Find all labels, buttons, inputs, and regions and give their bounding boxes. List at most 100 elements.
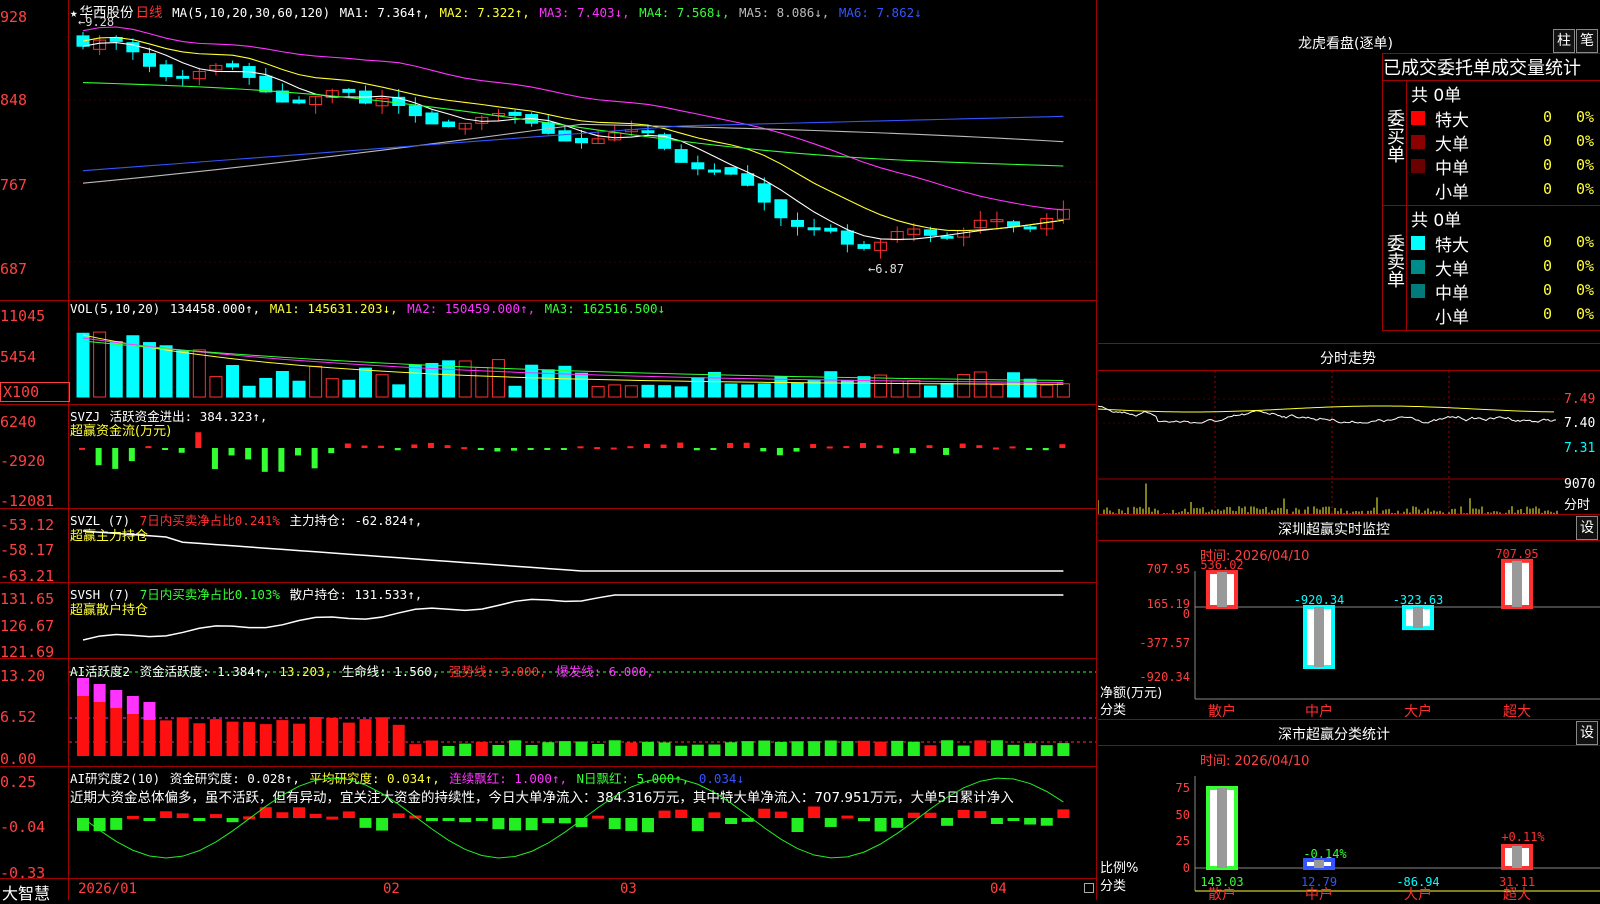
research-bar — [658, 810, 671, 818]
monitor-y-tick: -377.57 — [1139, 636, 1190, 650]
flow-bar — [1042, 448, 1049, 451]
flow-bar — [145, 446, 152, 449]
vol-bar — [259, 377, 273, 398]
price-line — [1098, 405, 1557, 424]
intraday-chart[interactable] — [1098, 371, 1566, 514]
active-bar — [608, 740, 621, 756]
research-bar — [708, 812, 721, 818]
ma-line-5 — [82, 123, 1064, 184]
flow-bar — [195, 432, 202, 448]
vol-bar — [375, 374, 389, 398]
lock-icon[interactable] — [1084, 883, 1094, 893]
candle-body — [691, 162, 705, 170]
sell-total: 共 0单 — [1411, 211, 1462, 231]
research-bar — [143, 818, 156, 821]
buy-block: 委买单 共 0单 特大 0 0% 大单 0 0% 中单 0 0% 小单 0 0% — [1383, 81, 1600, 206]
intraday-y: 7.31 — [1564, 441, 1596, 456]
active-bar — [309, 717, 322, 756]
sell-row: 小单 0 0% — [1411, 303, 1600, 328]
active-bar — [625, 742, 638, 756]
x-tick: 2026/01 — [78, 881, 138, 897]
active-bar — [110, 708, 123, 756]
vol-bar — [824, 371, 838, 398]
buy-count: 0 — [1543, 180, 1553, 198]
main-chart-area[interactable]: 928 848 767 687 11045 5454 X100 6240 -29… — [0, 0, 1097, 903]
research-bar — [176, 813, 189, 818]
classify-category: 大户 — [1404, 886, 1432, 900]
research-bar — [492, 818, 505, 830]
lhb-header: 已成交委托单成交量统计 — [1383, 54, 1600, 81]
research-bar — [126, 815, 139, 819]
active-bar — [475, 741, 488, 756]
ma-line-3 — [82, 26, 1064, 211]
flow-bar — [909, 448, 916, 454]
classify-bar-shade — [1512, 846, 1522, 868]
flow-bar — [494, 448, 501, 452]
buy-pct: 0% — [1576, 108, 1595, 126]
vol-tick: 11045 — [0, 307, 46, 325]
vol-bar — [791, 382, 805, 398]
research-bar — [110, 818, 123, 830]
active-bar — [741, 741, 754, 756]
flow-bar — [926, 445, 933, 448]
research-bar — [725, 818, 738, 825]
active-bar — [658, 742, 671, 756]
classify-y-tick: 0 — [1183, 861, 1190, 875]
price-tick: 767 — [0, 176, 28, 194]
monitor-category: 超大 — [1503, 704, 1531, 719]
vol-bar — [342, 379, 356, 398]
research-bar — [226, 818, 239, 823]
vol-bar — [1007, 372, 1021, 398]
flow-bar — [344, 443, 351, 448]
research-bar — [841, 815, 854, 819]
vol-bar — [392, 384, 406, 398]
research-bar — [1040, 818, 1053, 826]
active-bar — [209, 719, 222, 756]
active-bar — [259, 724, 272, 756]
bar-mode-button[interactable]: 柱 — [1553, 29, 1575, 53]
active-bar — [974, 740, 987, 756]
flow-bar — [427, 442, 434, 448]
active-bar — [525, 744, 538, 756]
candle-body — [142, 53, 156, 67]
sell-row: 中单 0 0% — [1411, 279, 1600, 304]
right-panel: 龙虎看盘(逐单) 柱 笔 已成交委托单成交量统计 委买单 共 0单 特大 0 0% 大… — [1098, 0, 1600, 900]
vol-bar — [608, 384, 622, 398]
buy-pct: 0% — [1576, 156, 1595, 174]
active-bar — [326, 717, 339, 756]
research-bar — [1024, 818, 1037, 825]
buy-count: 0 — [1543, 132, 1553, 150]
sell-count: 0 — [1543, 233, 1553, 251]
research-bar — [558, 818, 571, 824]
active-bar — [824, 740, 837, 756]
monitor-settings-button[interactable]: 设 — [1576, 516, 1598, 540]
flow-bar — [876, 445, 883, 448]
buy-swatch — [1411, 111, 1425, 125]
candle-body — [791, 219, 805, 227]
active-bar — [575, 741, 588, 756]
buy-row: 大单 0 0% — [1411, 130, 1600, 155]
flow-bar — [793, 448, 800, 452]
plot-surface — [69, 26, 1096, 859]
monitor-chart: 707.95165.190-377.57-920.34536.02散户-920.… — [1139, 547, 1600, 719]
research-bar — [77, 818, 89, 831]
candle-body — [940, 235, 954, 239]
research-bar — [874, 818, 887, 832]
research-bar — [525, 818, 538, 831]
candle-body — [707, 169, 721, 173]
active-bar — [77, 696, 89, 756]
classify-settings-button[interactable]: 设 — [1576, 721, 1598, 745]
flow-bar — [411, 444, 418, 448]
vol-bar — [691, 377, 705, 398]
research-bar — [608, 818, 621, 830]
active-bar — [841, 741, 854, 756]
x-axis: 大智慧 2026/01 02 03 04 — [0, 879, 1097, 903]
active-bar — [93, 702, 106, 756]
vol-bar — [575, 372, 588, 398]
buy-name: 特大 — [1435, 111, 1469, 131]
candle-body — [259, 75, 273, 93]
flow-bar — [95, 448, 102, 466]
sell-name: 中单 — [1435, 284, 1469, 304]
tick-mode-button[interactable]: 笔 — [1576, 29, 1598, 53]
sell-count: 0 — [1543, 305, 1553, 323]
